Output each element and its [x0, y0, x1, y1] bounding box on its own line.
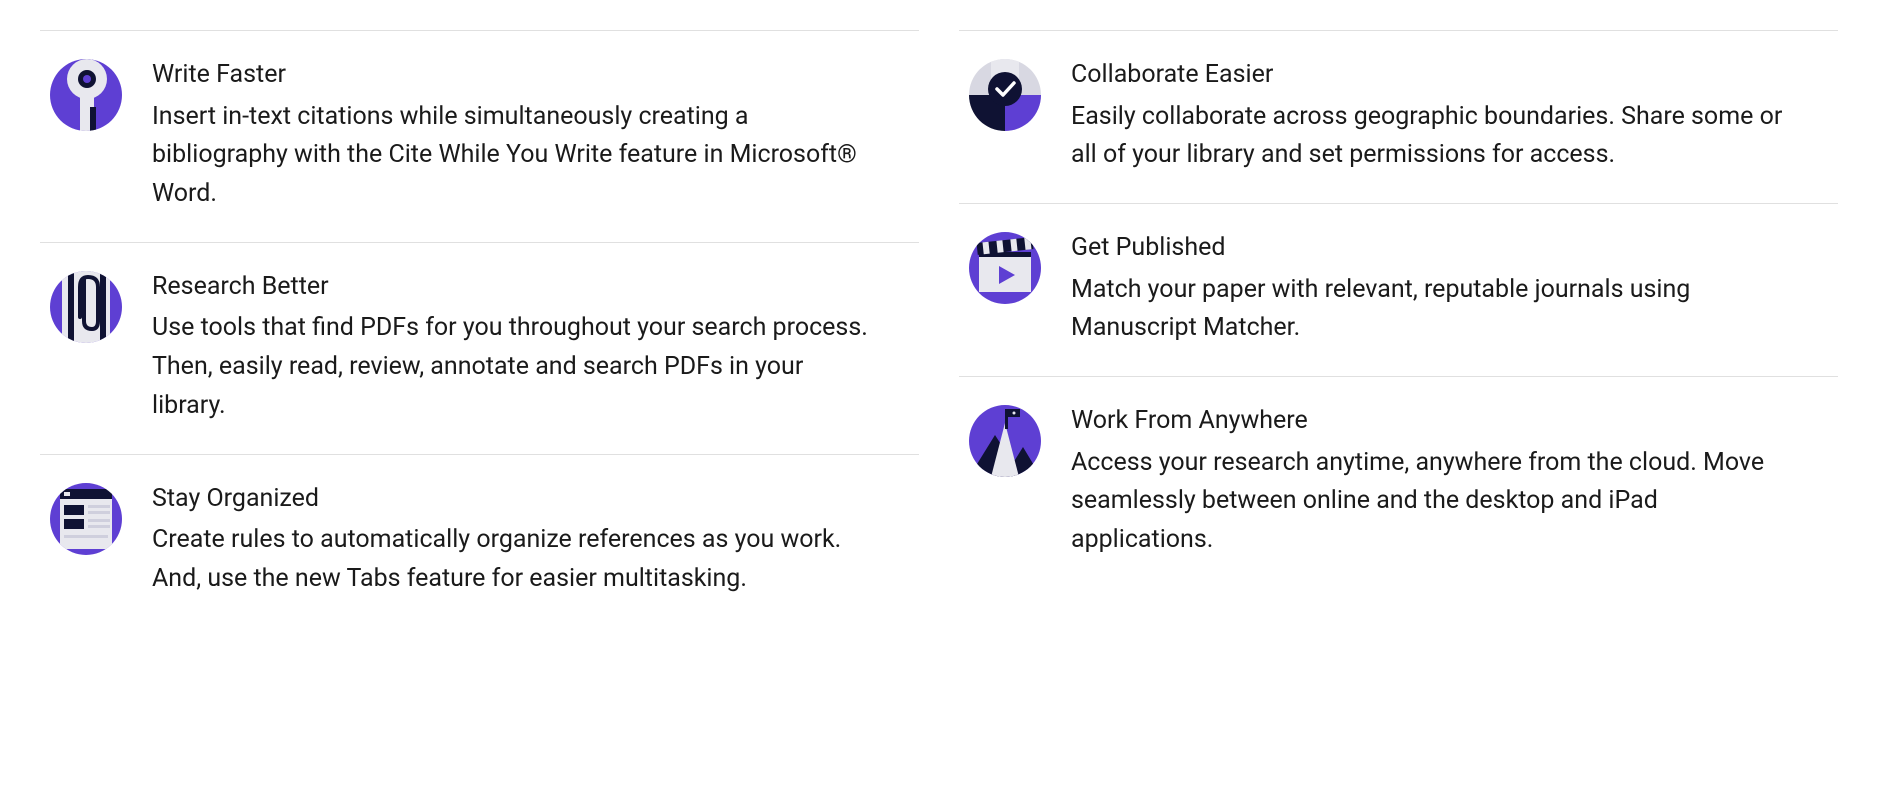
feature-title: Get Published — [1071, 232, 1798, 265]
feature-title: Collaborate Easier — [1071, 59, 1798, 92]
feature-research-better: Research Better Use tools that find PDFs… — [40, 242, 919, 454]
feature-desc: Access your research anytime, anywhere f… — [1071, 444, 1798, 560]
feature-collaborate-easier: Collaborate Easier Easily collaborate ac… — [959, 30, 1838, 203]
feature-get-published: Get Published Match your paper with rele… — [959, 203, 1838, 376]
clapperboard-icon — [969, 232, 1041, 304]
right-column: Collaborate Easier Easily collaborate ac… — [959, 30, 1838, 627]
feature-text: Stay Organized Create rules to automatic… — [152, 483, 919, 599]
feature-write-faster: Write Faster Insert in-text citations wh… — [40, 30, 919, 242]
feature-text: Write Faster Insert in-text citations wh… — [152, 59, 919, 214]
feature-desc: Easily collaborate across geographic bou… — [1071, 98, 1798, 176]
feature-text: Collaborate Easier Easily collaborate ac… — [1071, 59, 1838, 175]
feature-grid: Write Faster Insert in-text citations wh… — [40, 30, 1838, 627]
feature-stay-organized: Stay Organized Create rules to automatic… — [40, 454, 919, 627]
magnifier-icon — [50, 59, 122, 131]
feature-title: Write Faster — [152, 59, 879, 92]
checkmark-icon — [969, 59, 1041, 131]
feature-work-anywhere: Work From Anywhere Access your research … — [959, 376, 1838, 588]
left-column: Write Faster Insert in-text citations wh… — [40, 30, 919, 627]
feature-text: Research Better Use tools that find PDFs… — [152, 271, 919, 426]
feature-desc: Insert in-text citations while simultane… — [152, 98, 879, 214]
feature-desc: Use tools that find PDFs for you through… — [152, 309, 879, 425]
tabs-icon — [50, 483, 122, 555]
paperclip-icon — [50, 271, 122, 343]
feature-text: Get Published Match your paper with rele… — [1071, 232, 1838, 348]
feature-title: Research Better — [152, 271, 879, 304]
feature-title: Work From Anywhere — [1071, 405, 1798, 438]
feature-desc: Create rules to automatically organize r… — [152, 521, 879, 599]
feature-desc: Match your paper with relevant, reputabl… — [1071, 271, 1798, 349]
feature-title: Stay Organized — [152, 483, 879, 516]
mountain-icon — [969, 405, 1041, 477]
feature-text: Work From Anywhere Access your research … — [1071, 405, 1838, 560]
